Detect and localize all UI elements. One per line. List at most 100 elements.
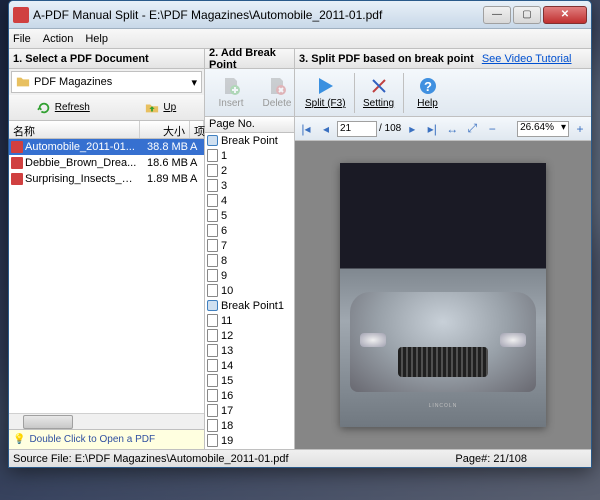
minimize-button[interactable]: — [483,6,511,24]
breakpoint-list[interactable]: Break Point 1 2 3 4 5 6 7 8 9 10 Break P… [205,133,294,449]
page-row[interactable]: 11 [205,313,294,328]
col-size[interactable]: 大小 [140,121,190,138]
file-row[interactable]: Surprising_Insects_M... 1.89 MB A [9,171,204,187]
up-button[interactable]: Up [139,99,182,117]
preview-area[interactable]: LINCOLN [295,141,591,449]
last-page-button[interactable]: ▸| [423,120,441,138]
page-row[interactable]: 18 [205,418,294,433]
row-label: 8 [221,255,227,267]
fit-page-button[interactable]: ⤢ [463,120,481,138]
next-page-button[interactable]: ▸ [403,120,421,138]
status-source: Source File: E:\PDF Magazines\Automobile… [13,453,289,465]
page-icon [207,314,218,327]
delete-icon [267,76,287,96]
app-window: A-PDF Manual Split - E:\PDF Magazines\Au… [8,0,592,468]
file-row[interactable]: Debbie_Brown_Drea... 18.6 MB A [9,155,204,171]
insert-button[interactable]: Insert [209,74,253,111]
col-name[interactable]: 名称 [9,121,140,138]
row-label: Break Point [221,135,278,147]
zoom-out-button[interactable]: − [483,120,501,138]
row-label: 18 [221,420,233,432]
hint-bar: 💡 Double Click to Open a PDF [9,429,204,449]
page-row[interactable]: 7 [205,238,294,253]
page-row[interactable]: 3 [205,178,294,193]
insert-icon [221,76,241,96]
breakpoint-row[interactable]: Break Point1 [205,298,294,313]
row-label: 4 [221,195,227,207]
file-list[interactable]: Automobile_2011-01... 38.8 MB A Debbie_B… [9,139,204,413]
menu-file[interactable]: File [13,33,31,45]
setting-button[interactable]: Setting [357,74,401,111]
page-row[interactable]: 6 [205,223,294,238]
tutorial-link[interactable]: See Video Tutorial [482,53,572,65]
folder-dropdown[interactable]: PDF Magazines ▾ [11,71,202,93]
page-row[interactable]: 1 [205,148,294,163]
split-button[interactable]: Split (F3) [299,74,352,111]
breakpoint-row[interactable]: Break Point [205,133,294,148]
row-label: 2 [221,165,227,177]
close-button[interactable]: ✕ [543,6,587,24]
file-type: A [190,173,202,185]
menubar: File Action Help [9,29,591,49]
refresh-button[interactable]: Refresh [31,99,96,117]
page-icon [207,344,218,357]
panel3-header: 3. Split PDF based on break point See Vi… [295,49,591,69]
page-row[interactable]: 10 [205,283,294,298]
maximize-button[interactable]: ▢ [513,6,541,24]
file-name: Surprising_Insects_M... [25,173,138,185]
file-row[interactable]: Automobile_2011-01... 38.8 MB A [9,139,204,155]
file-size: 1.89 MB [140,173,188,185]
page-row[interactable]: 2 [205,163,294,178]
page-input[interactable] [337,121,377,137]
menu-help[interactable]: Help [85,33,108,45]
zoom-in-button[interactable]: + [571,120,589,138]
file-list-header: 名称 大小 项 [9,121,204,139]
delete-button[interactable]: Delete [255,74,299,111]
page-row[interactable]: 8 [205,253,294,268]
first-page-button[interactable]: |◂ [297,120,315,138]
chevron-down-icon: ▾ [191,76,197,89]
col-type[interactable]: 项 [190,121,204,138]
page-row[interactable]: 13 [205,343,294,358]
help-icon: ? [418,76,438,96]
preview-ad-text: LINCOLN [340,403,546,409]
page-icon [207,269,218,282]
page-row[interactable]: 19 [205,433,294,448]
zoom-select[interactable]: 26.64% [517,121,569,137]
page-icon [207,254,218,267]
page-icon [207,329,218,342]
page-row[interactable]: 12 [205,328,294,343]
page-nav-bar: |◂ ◂ / 108 ▸ ▸| ↔ ⤢ − 26.64% + [295,117,591,141]
file-name: Automobile_2011-01... [25,141,138,153]
page-icon [207,164,218,177]
page-row[interactable]: 5 [205,208,294,223]
menu-action[interactable]: Action [43,33,74,45]
page-row[interactable]: 14 [205,358,294,373]
row-label: Break Point1 [221,300,284,312]
horizontal-scrollbar[interactable] [9,413,204,429]
file-type: A [190,157,202,169]
status-page: Page#: 21/108 [455,453,527,465]
prev-page-button[interactable]: ◂ [317,120,335,138]
page-icon [207,374,218,387]
row-label: 7 [221,240,227,252]
page-row[interactable]: 17 [205,403,294,418]
page-row[interactable]: 15 [205,373,294,388]
page-row[interactable]: 9 [205,268,294,283]
row-label: 11 [221,315,232,327]
row-label: 13 [221,345,233,357]
page-row[interactable]: 16 [205,388,294,403]
page-icon [207,194,218,207]
fit-width-button[interactable]: ↔ [443,120,461,138]
file-type: A [190,141,202,153]
panel-select-document: 1. Select a PDF Document PDF Magazines ▾… [9,49,205,449]
tools-icon [369,76,389,96]
folder-icon [16,75,30,89]
help-button[interactable]: ? Help [406,74,450,111]
row-label: 16 [221,390,233,402]
page-row[interactable]: 4 [205,193,294,208]
row-label: 3 [221,180,227,192]
titlebar[interactable]: A-PDF Manual Split - E:\PDF Magazines\Au… [9,1,591,29]
file-size: 18.6 MB [140,157,188,169]
folder-name: PDF Magazines [34,76,112,88]
